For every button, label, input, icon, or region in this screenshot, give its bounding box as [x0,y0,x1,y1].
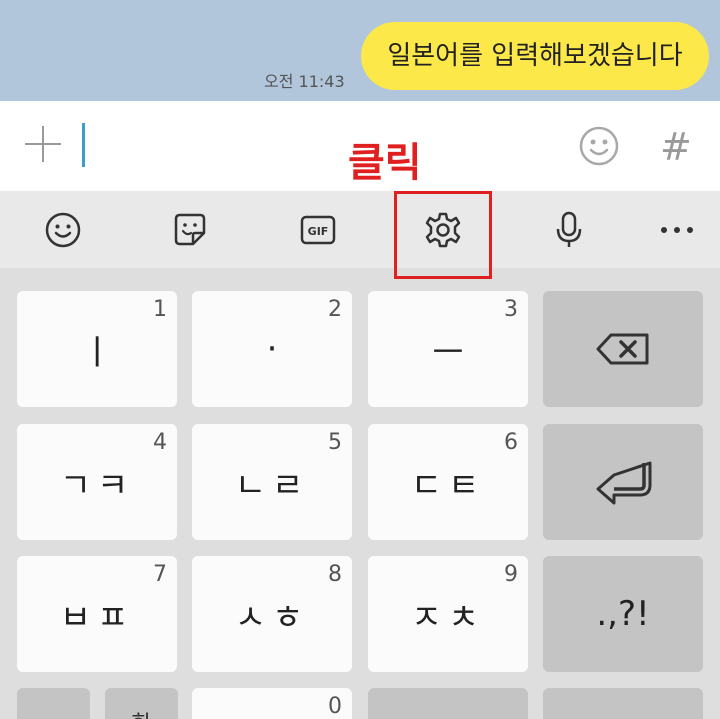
punctuation-key[interactable]: .,?! [543,556,703,672]
key-6[interactable]: 6 ㄷㅌ [368,424,528,540]
enter-icon [543,424,703,540]
key-label: · [266,329,278,369]
key-2[interactable]: 2 · [192,291,352,407]
key-label: ㅡ [432,332,464,373]
settings-highlight-box [394,191,492,279]
key-label: ㅅㅎ [234,597,310,638]
key-row4-right[interactable] [543,688,703,719]
click-annotation: 클릭 [348,140,422,186]
plus-icon[interactable] [25,126,61,162]
message-time: 오전 11:43 [264,72,345,91]
microphone-icon[interactable] [549,210,589,250]
emoji-icon[interactable] [578,125,620,171]
text-cursor [82,123,85,167]
backspace-icon [543,291,703,407]
key-number: 0 [328,694,342,719]
message-bubble[interactable]: 일본어를 입력해보겠습니다 [361,22,709,90]
keyboard-toolbar [0,191,720,268]
key-label: ㄷㅌ [410,465,486,506]
emoji-icon[interactable] [43,210,83,250]
key-8[interactable]: 8 ㅅㅎ [192,556,352,672]
key-0[interactable]: 0 [192,688,352,719]
sticker-icon[interactable] [170,210,210,250]
language-key[interactable]: 한 [105,688,178,719]
key-4[interactable]: 4 ㄱㅋ [17,424,177,540]
key-label: ㅣ [81,332,113,373]
key-7[interactable]: 7 ㅂㅍ [17,556,177,672]
backspace-key[interactable] [543,291,703,407]
key-label: .,?! [596,594,650,634]
key-5[interactable]: 5 ㄴㄹ [192,424,352,540]
key-label: 한 [105,706,178,719]
key-label: ㄱㅋ [59,465,135,506]
hash-icon[interactable]: # [660,125,692,169]
key-row4-space[interactable] [368,688,528,719]
gif-label: GIF [308,225,329,238]
key-9[interactable]: 9 ㅈㅊ [368,556,528,672]
key-row4-left[interactable] [17,688,90,719]
key-label: ㅂㅍ [59,597,135,638]
key-1[interactable]: 1 ㅣ [17,291,177,407]
enter-key[interactable] [543,424,703,540]
key-3[interactable]: 3 ㅡ [368,291,528,407]
key-label: ㄴㄹ [234,465,310,506]
more-icon[interactable] [656,210,698,250]
gif-icon[interactable]: GIF [298,210,338,250]
key-label: ㅈㅊ [410,597,486,638]
